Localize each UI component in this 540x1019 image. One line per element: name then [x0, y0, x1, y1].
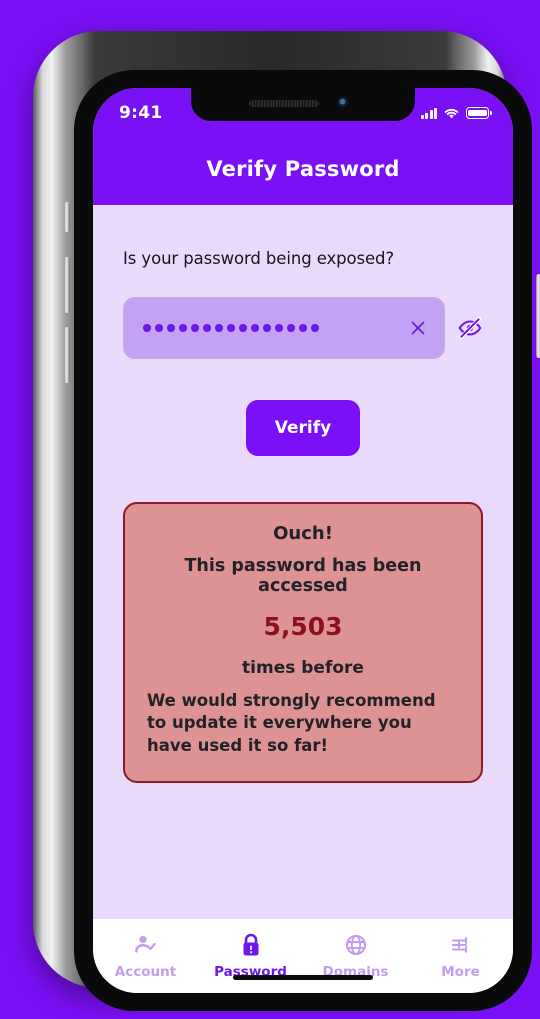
- alert-advice: We would strongly recommend to update it…: [147, 691, 436, 755]
- alert-suffix: times before: [242, 658, 364, 678]
- silent-switch-button[interactable]: [64, 202, 70, 232]
- wifi-icon: [444, 108, 459, 119]
- user-check-icon: [133, 932, 159, 958]
- battery-icon: [466, 107, 492, 119]
- verify-button[interactable]: Verify: [246, 400, 360, 456]
- power-button[interactable]: [536, 274, 540, 358]
- globe-icon: [344, 932, 368, 958]
- alert-heading: Ouch!: [273, 523, 333, 544]
- alert-count: 5,503: [263, 612, 343, 641]
- volume-down-button[interactable]: [64, 327, 70, 383]
- tab-password[interactable]: Password: [198, 932, 303, 980]
- phone-frame: 9:41 Verify Password Is your password be…: [33, 31, 540, 1011]
- tab-more[interactable]: More: [408, 932, 513, 980]
- tab-more-label: More: [441, 964, 480, 980]
- cellular-signal-icon: [420, 107, 437, 119]
- app-header: Verify Password: [93, 132, 513, 205]
- lock-alert-icon: [239, 932, 263, 958]
- sliders-icon: [449, 932, 473, 958]
- question-label: Is your password being exposed?: [123, 249, 395, 268]
- earpiece-speaker: [249, 100, 319, 107]
- notch: [191, 88, 415, 121]
- page-title: Verify Password: [206, 156, 400, 181]
- exposure-alert-card: Ouch! This password has been accessed 5,…: [123, 502, 483, 783]
- main-content: Is your password being exposed? Verify O…: [93, 205, 513, 919]
- tab-account[interactable]: Account: [93, 932, 198, 980]
- front-camera-icon: [337, 97, 350, 110]
- password-input[interactable]: [123, 297, 445, 359]
- alert-line: This password has been accessed: [184, 556, 422, 596]
- verify-button-row: Verify: [123, 400, 483, 456]
- tab-account-label: Account: [114, 964, 177, 980]
- phone-screen: 9:41 Verify Password Is your password be…: [93, 88, 513, 993]
- password-field-row: [123, 297, 483, 359]
- tab-domains[interactable]: Domains: [303, 932, 408, 980]
- volume-up-button[interactable]: [64, 257, 70, 313]
- status-bar-clock: 9:41: [119, 103, 163, 123]
- status-bar-icons: [420, 107, 492, 119]
- close-icon[interactable]: [407, 317, 429, 339]
- password-masked-value: [143, 324, 407, 332]
- home-indicator[interactable]: [233, 975, 373, 980]
- bottom-tab-bar: Account Password Domains More: [93, 919, 513, 993]
- eye-off-icon[interactable]: [457, 315, 483, 341]
